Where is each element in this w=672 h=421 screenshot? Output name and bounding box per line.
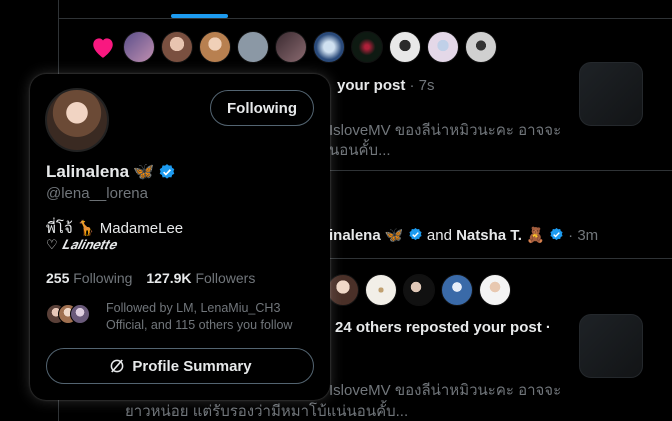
followers-stat[interactable]: 127.9K Followers [146,270,255,286]
liker-avatar[interactable] [275,31,307,63]
profile-display-name[interactable]: Lalinalena [46,162,129,182]
verified-badge-icon [160,164,175,179]
reposter-avatar[interactable] [479,274,511,306]
following-button[interactable]: Following [210,90,314,126]
notification-like-text: your post · 7s [337,77,435,94]
user-name[interactable]: Natsha T. [456,227,522,244]
notification-action: your post [337,77,406,94]
liker-avatar[interactable] [351,31,383,63]
liker-avatar[interactable] [465,31,497,63]
following-count: 255 [46,270,70,286]
butterfly-emoji: 🦋 [384,227,404,244]
post-snippet: ยาวหน่อย แต่รับรองว่ามีหมาโบ้แน่นอนคั้บ.… [125,403,409,420]
profile-name[interactable]: Lalinalena 🦋 [46,162,176,182]
teddy-emoji: 🧸 [526,227,545,244]
heart-icon [89,33,117,61]
tab-divider [59,18,672,19]
profile-summary-label: Profile Summary [132,357,252,375]
butterfly-emoji: 🦋 [133,162,155,181]
profile-summary-button[interactable]: Profile Summary [46,348,314,384]
post-thumbnail[interactable] [579,314,643,378]
liker-avatar[interactable] [199,31,231,63]
profile-stats: 255 Following 127.9K Followers [46,270,255,286]
followers-count: 127.9K [146,270,192,286]
liker-avatar[interactable] [427,31,459,63]
profile-handle[interactable]: @lena__lorena [46,185,148,202]
following-label: Following [73,270,133,286]
liker-avatar[interactable] [313,31,345,63]
verified-badge-icon [550,227,563,241]
reposter-avatar-row [327,274,511,306]
liker-avatar[interactable] [389,31,421,63]
verified-badge-icon [409,227,422,241]
profile-bio-line: ♡ 𝑳𝒂𝒍𝒊𝒏𝒆𝒕𝒕𝒆 [46,238,117,253]
mutual-avatars [46,300,98,334]
reposter-avatar[interactable] [403,274,435,306]
followed-by[interactable]: Followed by LM, LenaMiu_CH3 Official, an… [46,300,316,334]
profile-avatar[interactable] [45,88,109,152]
reposter-avatar[interactable] [327,274,359,306]
mutual-avatar [70,304,90,324]
followed-by-text: Followed by LM, LenaMiu_CH3 Official, an… [106,301,293,332]
notification-time: · 7s [409,77,435,94]
notification-follow-text: inalena 🦋 and Natsha T. 🧸 · 3m [329,226,598,244]
post-snippet: นอนคั้บ... [329,142,391,159]
notification-repost-text: 24 others reposted your post · [335,319,551,336]
reposter-avatar[interactable] [441,274,473,306]
likes-avatar-row [89,31,497,63]
notification-time: · 3m [568,227,599,244]
reposter-avatar[interactable] [365,274,397,306]
profile-bio-line: พี่โจ้ 🦒 MadameLee [46,220,184,237]
profile-hover-card: Following Lalinalena 🦋 @lena__lorena พี่… [30,74,330,400]
following-stat[interactable]: 255 Following [46,270,132,286]
grok-icon [111,359,124,373]
liker-avatar[interactable] [123,31,155,63]
user-name[interactable]: inalena [329,227,381,244]
liker-avatar[interactable] [161,31,193,63]
post-thumbnail[interactable] [579,62,643,126]
default-avatar[interactable] [237,31,269,63]
followers-label: Followers [195,270,256,286]
and-text: and [426,227,452,244]
